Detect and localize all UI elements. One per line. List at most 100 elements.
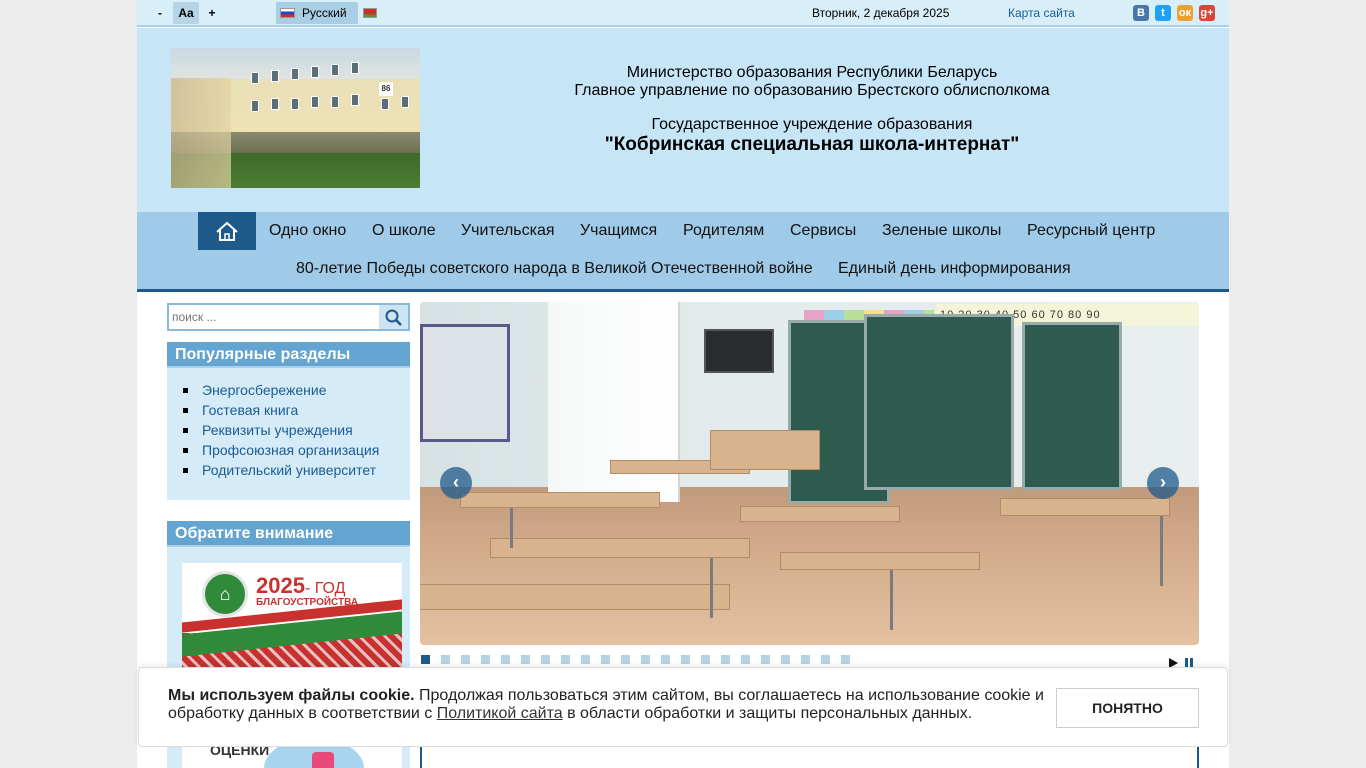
year-of-improvement-banner[interactable]: ⌂ 2025- ГОД БЛАГОУСТРОЙСТВА <box>182 563 402 669</box>
slider-dot[interactable] <box>781 655 790 664</box>
slider-dot[interactable] <box>761 655 770 664</box>
sitemap-link[interactable]: Карта сайта <box>1008 6 1075 20</box>
slider-dot[interactable] <box>581 655 590 664</box>
slider-dot[interactable] <box>481 655 490 664</box>
slider-dot[interactable] <box>521 655 530 664</box>
slider-dot[interactable] <box>461 655 470 664</box>
nav-parents[interactable]: Родителям <box>683 222 764 240</box>
search-button[interactable] <box>379 305 408 329</box>
slider-dot[interactable] <box>541 655 550 664</box>
banner-year-suffix: - ГОД <box>304 580 346 597</box>
site-header: 86 Министерство образования Республики Б… <box>137 28 1229 212</box>
search-input[interactable] <box>172 307 378 327</box>
slider-dot[interactable] <box>681 655 690 664</box>
desk <box>420 584 730 610</box>
slider-play-button[interactable] <box>1168 655 1178 668</box>
cookie-heading: Мы используем файлы cookie. <box>168 687 415 704</box>
slider-dot[interactable] <box>421 655 430 664</box>
nav-students[interactable]: Учащимся <box>580 222 657 240</box>
list-item: Гостевая книга <box>181 400 410 420</box>
list-item: Энергосбережение <box>181 380 410 400</box>
cookie-message: Мы используем файлы cookie. Продолжая по… <box>168 687 1048 723</box>
list-item: Реквизиты учреждения <box>181 420 410 440</box>
nav-about-school[interactable]: О школе <box>372 222 436 240</box>
home-button[interactable] <box>198 212 256 250</box>
odnoklassniki-icon[interactable]: ок <box>1177 5 1193 21</box>
slider-dot[interactable] <box>621 655 630 664</box>
institution-type: Государственное учреждение образования <box>651 116 973 133</box>
slider-dot[interactable] <box>561 655 570 664</box>
nav-one-window[interactable]: Одно окно <box>269 222 346 240</box>
cookie-accept-button[interactable]: ПОНЯТНО <box>1056 688 1199 728</box>
school-name: "Кобринская специальная школа-интернат" <box>604 134 1020 155</box>
nav-teachers[interactable]: Учительская <box>461 222 555 240</box>
slider-pause-button[interactable] <box>1184 655 1194 668</box>
russia-flag-icon <box>280 8 295 18</box>
house-logo-icon: ⌂ <box>202 571 248 617</box>
popular-sections-panel: Популярные разделы Энергосбережение Гост… <box>167 342 410 500</box>
google-plus-icon[interactable]: g+ <box>1199 5 1215 21</box>
page: - Aa + Русский Вторник, 2 декабря 2025 К… <box>137 0 1229 768</box>
chalkboard-center <box>864 314 1014 490</box>
desk-leg <box>1160 516 1163 586</box>
language-label: Русский <box>302 6 347 20</box>
ministry-line: Министерство образования Республики Бела… <box>626 64 998 81</box>
slider-dot[interactable] <box>741 655 750 664</box>
current-date: Вторник, 2 декабря 2025 <box>812 6 950 20</box>
slider-dot[interactable] <box>821 655 830 664</box>
desk <box>1000 498 1170 516</box>
cookie-text-2: в области обработки и защиты персональны… <box>562 705 973 722</box>
banner-subtitle: БЛАГОУСТРОЙСТВА <box>256 597 359 608</box>
slider-dot[interactable] <box>601 655 610 664</box>
nav-victory-80[interactable]: 80-летие Победы советского народа в Вели… <box>296 260 813 278</box>
slider-dot[interactable] <box>661 655 670 664</box>
photo-slider: 10 20 30 40 50 60 70 80 90 ‹ › <box>420 302 1199 645</box>
desk <box>460 492 660 508</box>
search-box <box>167 303 410 331</box>
department-line: Главное управление по образованию Брестс… <box>574 82 1050 99</box>
language-russian[interactable]: Русский <box>276 2 358 24</box>
font-decrease-button[interactable]: - <box>153 2 167 24</box>
slider-dot[interactable] <box>801 655 810 664</box>
desk <box>740 506 900 522</box>
popular-link-energy[interactable]: Энергосбережение <box>202 382 327 398</box>
belarus-flag-icon[interactable] <box>363 8 377 18</box>
popular-link-requisites[interactable]: Реквизиты учреждения <box>202 422 353 438</box>
attention-title: Обратите внимание <box>167 521 410 547</box>
popular-sections-title: Популярные разделы <box>167 342 410 368</box>
slider-next-button[interactable]: › <box>1147 467 1179 499</box>
slider-dot[interactable] <box>441 655 450 664</box>
cookie-banner: Мы используем файлы cookie. Продолжая по… <box>138 667 1228 747</box>
desk <box>780 552 980 570</box>
slider-dot[interactable] <box>841 655 850 664</box>
search-icon <box>385 309 402 326</box>
desk-leg <box>710 558 713 618</box>
teacher-desk <box>710 430 820 470</box>
vk-icon[interactable]: В <box>1133 5 1149 21</box>
nav-services[interactable]: Сервисы <box>790 222 856 240</box>
nav-resource-center[interactable]: Ресурсный центр <box>1027 222 1155 240</box>
school-building-photo: 86 <box>171 48 420 188</box>
slider-dot[interactable] <box>701 655 710 664</box>
desk-leg <box>510 508 513 548</box>
nav-information-day[interactable]: Единый день информирования <box>838 260 1071 278</box>
slider-dot[interactable] <box>501 655 510 664</box>
slider-dot[interactable] <box>721 655 730 664</box>
slider-dot[interactable] <box>641 655 650 664</box>
privacy-policy-link[interactable]: Политикой сайта <box>437 705 563 722</box>
banner-illustration-cup <box>312 752 334 768</box>
classroom-poster <box>420 324 510 442</box>
list-item: Родительский университет <box>181 460 410 480</box>
nav-green-schools[interactable]: Зеленые школы <box>882 222 1001 240</box>
popular-link-guestbook[interactable]: Гостевая книга <box>202 402 298 418</box>
popular-link-trade-union[interactable]: Профсоюзная организация <box>202 442 379 458</box>
twitter-icon[interactable]: t <box>1155 5 1171 21</box>
home-icon <box>216 221 238 241</box>
font-increase-button[interactable]: + <box>205 2 219 24</box>
classroom-tv <box>704 329 774 373</box>
list-item: Профсоюзная организация <box>181 440 410 460</box>
chalkboard-right <box>1022 322 1122 490</box>
popular-link-parent-university[interactable]: Родительский университет <box>202 462 376 478</box>
font-reset-button[interactable]: Aa <box>173 2 199 24</box>
slider-prev-button[interactable]: ‹ <box>440 467 472 499</box>
